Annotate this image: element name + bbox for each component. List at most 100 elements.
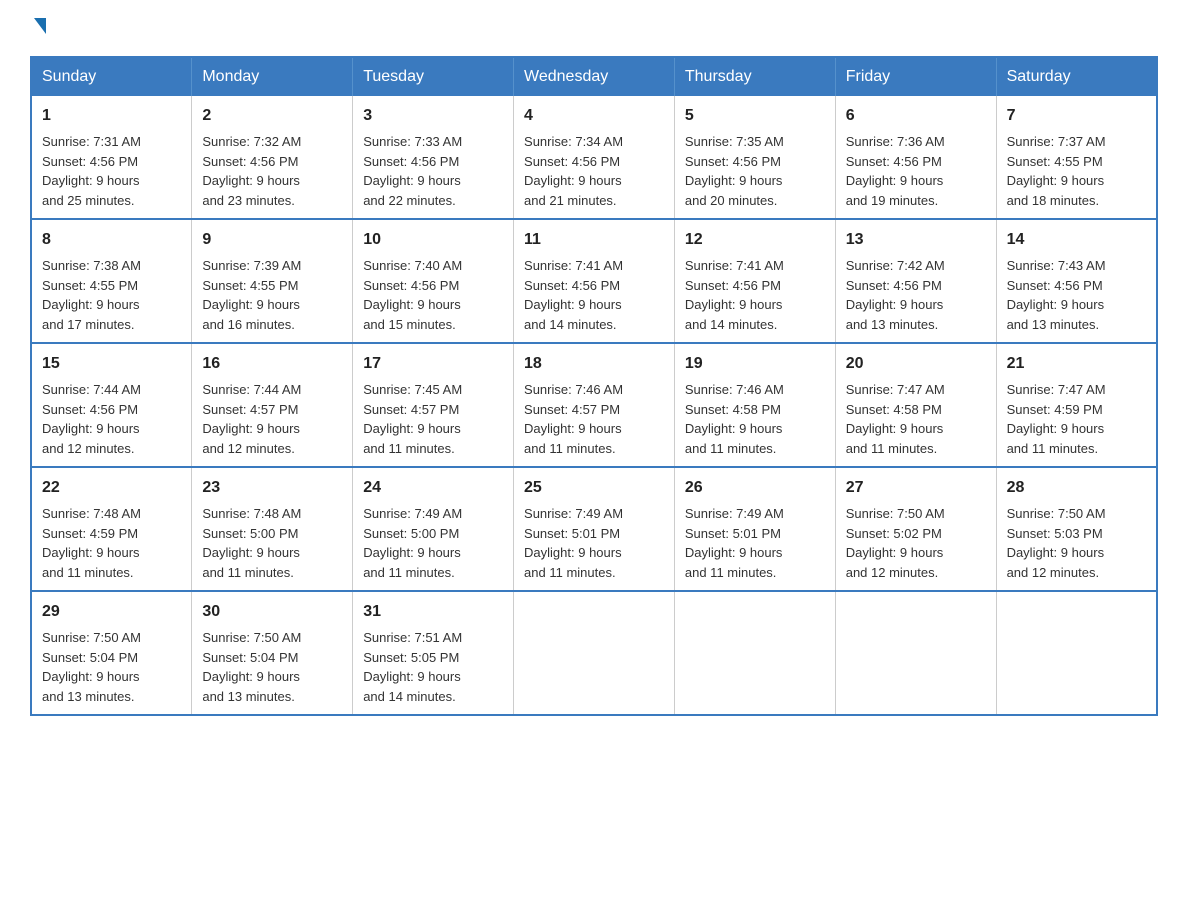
- calendar-day-cell: 28 Sunrise: 7:50 AM Sunset: 5:03 PM Dayligh…: [996, 467, 1157, 591]
- day-sunrise: Sunrise: 7:47 AM: [846, 382, 945, 397]
- day-daylight2: and 21 minutes.: [524, 193, 617, 208]
- day-sunset: Sunset: 5:01 PM: [685, 526, 781, 541]
- day-sunrise: Sunrise: 7:46 AM: [685, 382, 784, 397]
- day-daylight: Daylight: 9 hours: [202, 545, 300, 560]
- day-daylight2: and 11 minutes.: [685, 441, 777, 456]
- day-daylight: Daylight: 9 hours: [846, 173, 944, 188]
- day-daylight: Daylight: 9 hours: [524, 421, 622, 436]
- day-sunrise: Sunrise: 7:33 AM: [363, 134, 462, 149]
- day-number: 7: [1007, 104, 1146, 128]
- day-sunset: Sunset: 5:01 PM: [524, 526, 620, 541]
- day-daylight: Daylight: 9 hours: [363, 297, 461, 312]
- day-daylight2: and 11 minutes.: [685, 565, 777, 580]
- day-daylight2: and 13 minutes.: [42, 689, 135, 704]
- day-sunset: Sunset: 5:03 PM: [1007, 526, 1103, 541]
- day-daylight: Daylight: 9 hours: [685, 421, 783, 436]
- day-sunset: Sunset: 4:58 PM: [685, 402, 781, 417]
- day-daylight: Daylight: 9 hours: [363, 545, 461, 560]
- day-sunset: Sunset: 5:00 PM: [363, 526, 459, 541]
- calendar-day-cell: 19 Sunrise: 7:46 AM Sunset: 4:58 PM Dayligh…: [674, 343, 835, 467]
- day-number: 3: [363, 104, 503, 128]
- day-sunrise: Sunrise: 7:50 AM: [1007, 506, 1106, 521]
- day-number: 1: [42, 104, 181, 128]
- calendar-day-cell: 16Sunrise: 7:44 AMSunset: 4:57 PMDayligh…: [192, 343, 353, 467]
- day-number: 4: [524, 104, 664, 128]
- day-daylight: Daylight: 9 hours: [846, 297, 944, 312]
- day-number: 29: [42, 600, 181, 624]
- day-number: 24: [363, 476, 503, 500]
- calendar-day-cell: 23Sunrise: 7:48 AMSunset: 5:00 PMDayligh…: [192, 467, 353, 591]
- day-sunset: Sunset: 4:56 PM: [363, 278, 459, 293]
- day-daylight: Daylight: 9 hours: [202, 297, 300, 312]
- day-number: 18: [524, 352, 664, 376]
- day-sunset: Sunset: 4:56 PM: [685, 154, 781, 169]
- day-daylight2: and 14 minutes.: [363, 689, 456, 704]
- day-daylight: Daylight: 9 hours: [202, 421, 300, 436]
- calendar-day-cell: 31Sunrise: 7:51 AMSunset: 5:05 PMDayligh…: [353, 591, 514, 715]
- calendar-table: SundayMondayTuesdayWednesdayThursdayFrid…: [30, 56, 1158, 716]
- day-sunset: Sunset: 4:57 PM: [524, 402, 620, 417]
- day-number: 19: [685, 352, 825, 376]
- day-number: 27: [846, 476, 986, 500]
- day-number: 26: [685, 476, 825, 500]
- day-sunrise: Sunrise: 7:49 AM: [685, 506, 784, 521]
- calendar-week-row: 1Sunrise: 7:31 AMSunset: 4:56 PMDaylight…: [31, 96, 1157, 219]
- day-sunset: Sunset: 4:56 PM: [1007, 278, 1103, 293]
- calendar-day-cell: 6Sunrise: 7:36 AMSunset: 4:56 PMDaylight…: [835, 96, 996, 219]
- day-daylight2: and 12 minutes.: [42, 441, 135, 456]
- day-sunrise: Sunrise: 7:34 AM: [524, 134, 623, 149]
- day-daylight: Daylight: 9 hours: [685, 173, 783, 188]
- day-sunset: Sunset: 4:56 PM: [524, 154, 620, 169]
- day-of-week-header: Saturday: [996, 57, 1157, 96]
- day-sunrise: Sunrise: 7:32 AM: [202, 134, 301, 149]
- logo-triangle-icon: [34, 18, 46, 34]
- day-sunrise: Sunrise: 7:49 AM: [363, 506, 462, 521]
- day-number: 12: [685, 228, 825, 252]
- day-number: 25: [524, 476, 664, 500]
- day-number: 23: [202, 476, 342, 500]
- day-daylight2: and 16 minutes.: [202, 317, 295, 332]
- calendar-day-cell: 9Sunrise: 7:39 AMSunset: 4:55 PMDaylight…: [192, 219, 353, 343]
- day-daylight2: and 11 minutes.: [42, 565, 134, 580]
- day-sunrise: Sunrise: 7:45 AM: [363, 382, 462, 397]
- day-daylight2: and 15 minutes.: [363, 317, 456, 332]
- day-daylight2: and 11 minutes.: [1007, 441, 1099, 456]
- day-daylight: Daylight: 9 hours: [1007, 545, 1105, 560]
- day-sunrise: Sunrise: 7:39 AM: [202, 258, 301, 273]
- logo: [30, 20, 46, 36]
- day-of-week-header: Friday: [835, 57, 996, 96]
- calendar-week-row: 15 Sunrise: 7:44 AM Sunset: 4:56 PM Dayligh…: [31, 343, 1157, 467]
- day-sunrise: Sunrise: 7:40 AM: [363, 258, 462, 273]
- calendar-day-cell: [996, 591, 1157, 715]
- day-daylight2: and 25 minutes.: [42, 193, 135, 208]
- day-daylight: Daylight: 9 hours: [524, 297, 622, 312]
- calendar-day-cell: 12Sunrise: 7:41 AMSunset: 4:56 PMDayligh…: [674, 219, 835, 343]
- day-number: 13: [846, 228, 986, 252]
- day-number: 10: [363, 228, 503, 252]
- calendar-day-cell: [514, 591, 675, 715]
- calendar-header-row: SundayMondayTuesdayWednesdayThursdayFrid…: [31, 57, 1157, 96]
- day-number: 15: [42, 352, 181, 376]
- day-daylight: Daylight: 9 hours: [1007, 297, 1105, 312]
- calendar-day-cell: 3Sunrise: 7:33 AMSunset: 4:56 PMDaylight…: [353, 96, 514, 219]
- day-number: 28: [1007, 476, 1146, 500]
- day-daylight2: and 11 minutes.: [363, 565, 455, 580]
- calendar-day-cell: 25Sunrise: 7:49 AMSunset: 5:01 PMDayligh…: [514, 467, 675, 591]
- calendar-day-cell: 27Sunrise: 7:50 AMSunset: 5:02 PMDayligh…: [835, 467, 996, 591]
- day-daylight: Daylight: 9 hours: [1007, 173, 1105, 188]
- calendar-day-cell: 30Sunrise: 7:50 AMSunset: 5:04 PMDayligh…: [192, 591, 353, 715]
- day-daylight: Daylight: 9 hours: [363, 421, 461, 436]
- day-daylight2: and 11 minutes.: [202, 565, 294, 580]
- day-sunset: Sunset: 4:55 PM: [42, 278, 138, 293]
- day-sunrise: Sunrise: 7:44 AM: [202, 382, 301, 397]
- day-sunset: Sunset: 4:57 PM: [202, 402, 298, 417]
- day-sunrise: Sunrise: 7:42 AM: [846, 258, 945, 273]
- day-daylight2: and 20 minutes.: [685, 193, 778, 208]
- day-sunset: Sunset: 4:56 PM: [42, 402, 138, 417]
- day-sunrise: Sunrise: 7:48 AM: [42, 506, 141, 521]
- day-sunrise: Sunrise: 7:46 AM: [524, 382, 623, 397]
- calendar-day-cell: [674, 591, 835, 715]
- day-number: 31: [363, 600, 503, 624]
- calendar-day-cell: 4Sunrise: 7:34 AMSunset: 4:56 PMDaylight…: [514, 96, 675, 219]
- day-daylight: Daylight: 9 hours: [685, 545, 783, 560]
